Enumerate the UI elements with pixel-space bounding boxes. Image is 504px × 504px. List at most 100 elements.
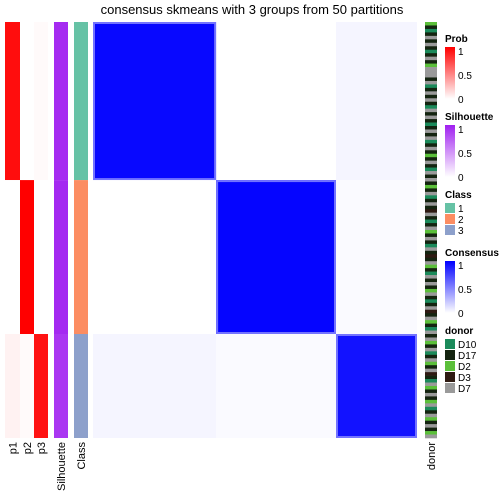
donor-cell [425,351,437,356]
donor-cell [425,150,437,155]
donor-cell [425,160,437,165]
annotation-cell-class [74,22,88,181]
donor-cell [425,334,437,338]
donor-cell [425,330,437,335]
legend-title-prob: Prob [445,34,468,45]
row-annotation-label-donor: donor [426,442,438,470]
legend-tick: 0.5 [458,149,472,160]
legend-swatch-1 [445,203,455,213]
donor-cell [425,306,437,311]
donor-cell [425,347,437,352]
legend-colorbar-prob [445,47,455,99]
donor-cell [425,379,437,383]
donor-cell [425,396,437,401]
donor-cell [425,361,437,366]
donor-cell [425,233,437,238]
donor-cell [425,261,437,265]
donor-cell [425,164,437,168]
donor-cell [425,354,437,359]
legend-item-label: 2 [458,215,464,226]
donor-cell [425,236,437,241]
annotation-cell-p3 [34,180,48,334]
legend-colorbar-silhouette [445,125,455,177]
donor-cell [425,184,437,189]
legend-swatch-3 [445,225,455,235]
donor-cell [425,25,437,30]
donor-cell [425,434,437,439]
donor-cell [425,230,437,234]
annotation-cell-silhouette [54,334,68,438]
donor-cell [425,216,437,220]
donor-cell [425,392,437,397]
donor-cell [425,250,437,255]
donor-cell [425,254,437,259]
donor-cell [425,295,437,300]
heatmap-block [336,334,417,438]
legend-swatch-d10 [445,339,455,349]
donor-cell [425,53,437,57]
donor-cell [425,188,437,193]
legend-tick: 0 [458,309,464,320]
legend-swatch-d2 [445,361,455,371]
donor-cell [425,28,437,33]
annotation-cell-class [74,334,88,438]
annotation-cell-class [74,180,88,334]
donor-cell [425,406,437,411]
heatmap-block [336,180,417,334]
donor-cell [425,35,437,40]
donor-cell [425,372,437,376]
column-label-silhouette: Silhouette [56,442,68,491]
donor-cell [425,202,437,207]
donor-cell [425,126,437,130]
legend-item-label: 1 [458,204,464,215]
donor-cell [425,389,437,394]
donor-cell [425,420,437,425]
donor-cell [425,243,437,248]
donor-cell [425,219,437,224]
donor-cell [425,275,437,279]
donor-cell [425,358,437,363]
donor-cell [425,212,437,217]
donor-cell [425,132,437,137]
donor-cell [425,91,437,96]
legend-tick: 0.5 [458,71,472,82]
donor-cell [425,337,437,342]
legend-item-label: D3 [458,373,471,384]
donor-cell [425,181,437,186]
donor-cell [425,115,437,120]
legend-swatch-d17 [445,350,455,360]
donor-cell [425,129,437,134]
annotation-cell-silhouette [54,180,68,334]
donor-cell [425,56,437,61]
annotation-cell-p3 [34,334,48,438]
donor-cell [425,386,437,390]
heatmap-block [93,22,217,181]
legend-swatch-2 [445,214,455,224]
donor-cell [425,410,437,415]
donor-cell [425,223,437,227]
donor-cell [425,264,437,269]
donor-cell [425,87,437,92]
donor-cell [425,309,437,314]
donor-cell [425,268,437,272]
donor-cell [425,399,437,404]
donor-cell [425,22,437,26]
donor-cell [425,108,437,113]
donor-cell [425,226,437,231]
legend-title-consensus: Consensus [445,248,499,259]
donor-cell [425,278,437,283]
donor-cell [425,431,437,435]
donor-cell [425,63,437,68]
donor-cell [425,174,437,179]
heatmap-block [216,334,336,438]
donor-cell [425,368,437,373]
donor-cell [425,424,437,428]
donor-cell [425,285,437,290]
donor-cell [425,299,437,304]
donor-cell [425,94,437,99]
heatmap-block [93,334,217,438]
legend-item-label: D2 [458,362,471,373]
annotation-cell-p1 [5,180,20,334]
consensus-heatmap-figure: p1 p2 p3 Silhouette Class donor Prob 1 0.5 0 Silho… [5,22,499,491]
donor-cell [425,344,437,349]
